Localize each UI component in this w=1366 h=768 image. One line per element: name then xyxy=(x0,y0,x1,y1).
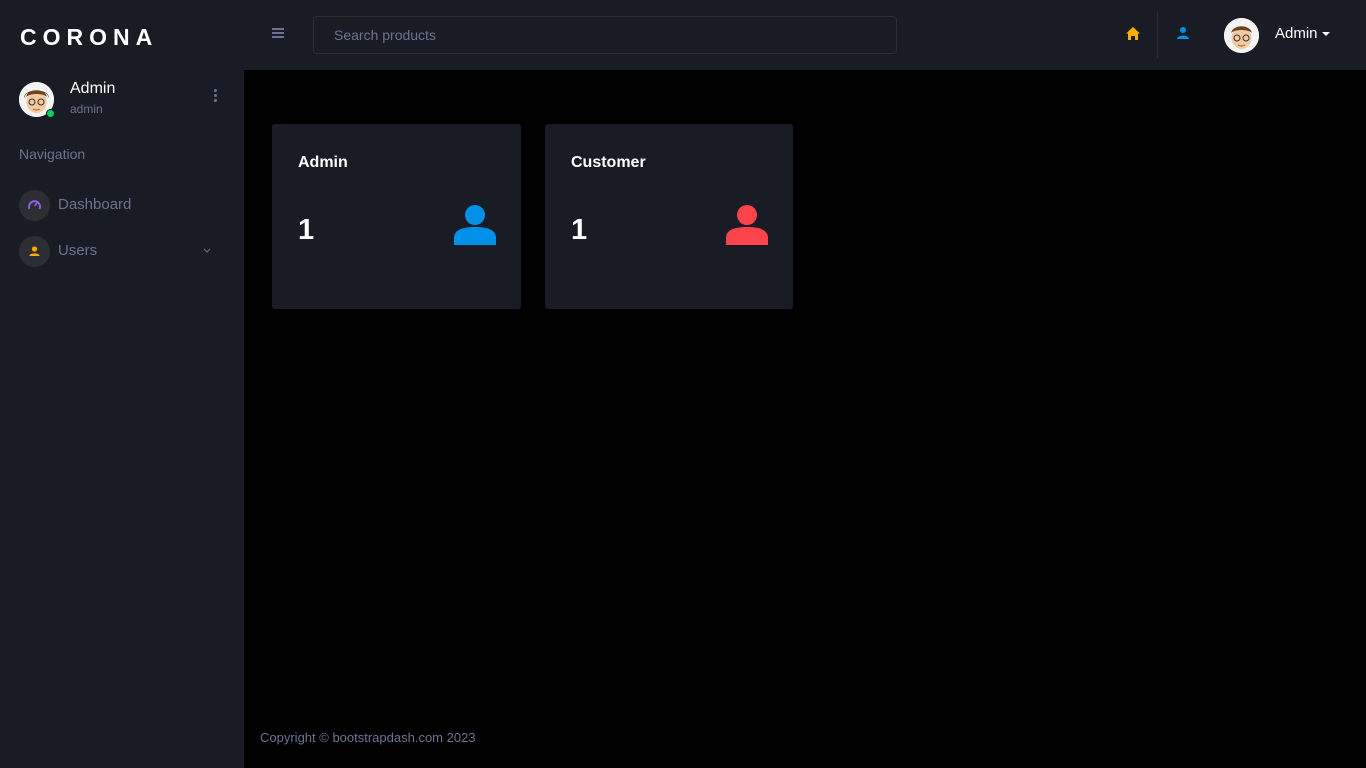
nav-heading: Navigation xyxy=(19,146,86,162)
profile-role: admin xyxy=(70,102,103,116)
sidebar-item-users[interactable]: Users xyxy=(19,236,219,267)
menu-toggle-icon[interactable] xyxy=(272,28,284,40)
user-name[interactable]: Admin xyxy=(1275,25,1318,42)
sidebar-profile: Admin admin xyxy=(19,80,225,118)
chevron-down-icon xyxy=(203,248,211,253)
stat-card-customer: Customer 1 xyxy=(545,124,793,309)
topbar: Admin xyxy=(244,0,1366,70)
stat-card-admin: Admin 1 xyxy=(272,124,521,309)
caret-down-icon[interactable] xyxy=(1322,32,1330,36)
avatar[interactable] xyxy=(19,82,55,118)
sidebar: CORONA Admin admin Navigation Dashboard … xyxy=(0,0,244,768)
avatar[interactable] xyxy=(1224,18,1259,53)
card-title: Customer xyxy=(571,154,646,171)
card-count: 1 xyxy=(571,214,588,246)
search-input[interactable] xyxy=(314,17,896,53)
brand-logo[interactable]: CORONA xyxy=(20,24,158,51)
profile-name: Admin xyxy=(70,80,116,97)
user-icon xyxy=(726,205,768,245)
user-icon[interactable] xyxy=(1176,26,1190,40)
online-status-dot xyxy=(46,109,55,118)
user-icon xyxy=(454,205,496,245)
home-icon[interactable] xyxy=(1125,26,1141,41)
sidebar-item-label: Dashboard xyxy=(58,196,132,213)
search-box xyxy=(313,16,897,54)
user-icon xyxy=(19,236,50,267)
speedometer-icon xyxy=(19,190,50,221)
card-title: Admin xyxy=(298,154,348,171)
more-vertical-icon[interactable] xyxy=(211,89,219,105)
divider xyxy=(1157,12,1158,58)
sidebar-item-dashboard[interactable]: Dashboard xyxy=(19,190,219,221)
card-count: 1 xyxy=(298,214,315,246)
sidebar-item-label: Users xyxy=(58,242,98,259)
footer-copyright: Copyright © bootstrapdash.com 2023 xyxy=(260,730,476,745)
